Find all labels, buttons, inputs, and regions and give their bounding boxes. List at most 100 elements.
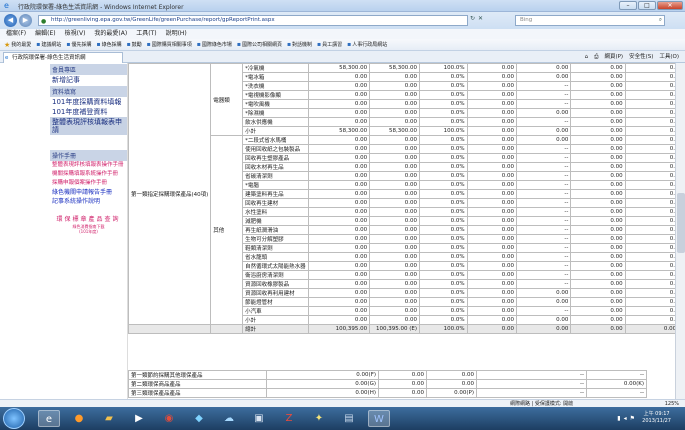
safety-menu[interactable]: 安全性(S)	[629, 52, 653, 62]
sidebar-item-data-fill[interactable]: 資料填寫	[50, 86, 127, 97]
row-cell: 0.00	[307, 306, 371, 316]
favorite-link[interactable]: ▪ 人事行政局網站	[347, 39, 387, 50]
sidebar-item-add-note[interactable]: 新增記事	[50, 75, 127, 85]
idea-taskbar-icon[interactable]: ✦	[308, 410, 330, 427]
row-cell: --	[516, 270, 572, 280]
address-input[interactable]: ● http://greenliving.epa.gov.tw/GreenLif…	[38, 15, 468, 26]
row-cell: 0.00	[516, 108, 572, 118]
row-cell: 0.00	[369, 315, 421, 325]
firefox-taskbar-icon[interactable]: ●	[68, 410, 90, 427]
network-icon[interactable]: ▮	[617, 415, 620, 422]
favorite-link[interactable]: ▪ 國際綠色市場	[197, 39, 232, 50]
favorite-link[interactable]: ▪ 國際購買相關事項	[147, 39, 192, 50]
row-cell: 58,300.00	[369, 63, 421, 73]
print-icon[interactable]: ⎙	[594, 52, 598, 62]
maximize-button[interactable]: □	[638, 1, 656, 10]
refresh-icon[interactable]: ↻	[470, 15, 475, 22]
search-icon[interactable]: ⌕	[659, 16, 662, 25]
row-cell: --	[516, 81, 572, 91]
menu-edit[interactable]: 編輯(E)	[35, 29, 55, 39]
taskbar-clock[interactable]: 上午 09:17 2013/11/27	[642, 411, 671, 425]
sidebar-item-evaluation-apply[interactable]: 整體表現評核填報表申請	[50, 117, 127, 135]
close-button[interactable]: ✕	[657, 1, 683, 10]
row-cell: --	[516, 90, 572, 100]
favorite-link[interactable]: ▪ 建議網站	[36, 39, 61, 50]
minimize-button[interactable]: –	[619, 1, 637, 10]
sidebar-item-report-101[interactable]: 101年度採購資料填報	[50, 97, 127, 107]
tab-active[interactable]: e 行政院環保署-綠色生活資訊網	[3, 52, 123, 63]
row-cell: --	[516, 180, 572, 190]
forward-button[interactable]: ▶	[19, 14, 32, 27]
flag-icon[interactable]: ⚑	[630, 415, 635, 422]
row-cell: 0.00	[516, 72, 572, 82]
sidebar-item-manual-system[interactable]: 機關採購填報系統操作手冊	[50, 170, 127, 179]
word-taskbar-icon[interactable]: W	[368, 410, 390, 427]
favorite-link[interactable]: ▪ 員工講習	[317, 39, 342, 50]
menu-tools[interactable]: 工具(T)	[136, 29, 156, 39]
tab-label: 行政院環保署-綠色生活資訊網	[12, 55, 86, 61]
sidebar-item-manual-agency[interactable]: 綠色機關申請報告手冊	[50, 188, 127, 197]
volume-icon[interactable]: ◂	[624, 415, 627, 422]
row-cell: 0.00	[369, 180, 421, 190]
row-cell: 0.00	[570, 81, 626, 91]
row-cell: --	[516, 99, 572, 109]
favorite-link[interactable]: ▪ 對話機制	[287, 39, 312, 50]
app2-taskbar-icon[interactable]: ▤	[338, 410, 360, 427]
vertical-scrollbar[interactable]	[675, 63, 685, 399]
favorite-link[interactable]: ▪ 優先採購	[66, 39, 91, 50]
row-cell: 0.00	[369, 72, 421, 82]
favorite-link[interactable]: ▪ 綠色採購	[96, 39, 121, 50]
back-button[interactable]: ◀	[4, 14, 17, 27]
menu-file[interactable]: 檔案(F)	[6, 29, 26, 39]
menu-view[interactable]: 檢視(V)	[65, 29, 86, 39]
row-cell: 0.00	[307, 216, 371, 226]
page-icon: ▪	[66, 40, 71, 48]
folder-taskbar-icon[interactable]: ▰	[98, 410, 120, 427]
menu-favorites[interactable]: 我的最愛(A)	[94, 29, 127, 39]
row-item-label: 回收再生塑膠產品	[242, 153, 309, 163]
row-item-label: 水性塗料	[242, 207, 309, 217]
scrollbar-thumb[interactable]	[677, 193, 685, 253]
search-input[interactable]: Bing ⌕	[515, 15, 665, 26]
home-icon[interactable]: ⌂	[585, 52, 589, 62]
row-cell: 0.00	[466, 135, 518, 145]
row-cell: 0.00	[307, 234, 371, 244]
sidebar-item-manual-evaluation[interactable]: 整體表現評核填報表操作手冊	[50, 161, 127, 170]
row-cell: 0.00	[570, 234, 626, 244]
ecolabel-search-link[interactable]: 環保標章產品查詢	[50, 216, 127, 224]
row-cell: --	[516, 117, 572, 127]
row-cell: --	[516, 306, 572, 316]
menu-help[interactable]: 說明(H)	[166, 29, 187, 39]
row-cell: 0.00	[570, 306, 626, 316]
row-cell: 0.0%	[419, 72, 468, 82]
sidebar-item-manual-notes[interactable]: 記事系統操作說明	[50, 197, 127, 206]
stop-icon[interactable]: ✕	[478, 15, 483, 22]
favorites-button[interactable]: ★ 我的最愛	[4, 39, 31, 50]
app-taskbar-icon[interactable]: ◆	[188, 410, 210, 427]
window-taskbar-icon[interactable]: ▣	[248, 410, 270, 427]
filezilla-taskbar-icon[interactable]: Z	[278, 410, 300, 427]
ie-taskbar-icon[interactable]: e	[38, 410, 60, 427]
favorite-link[interactable]: ▪ 國際公司相關網頁	[237, 39, 282, 50]
row-cell: 0.00	[369, 261, 421, 271]
cloud-taskbar-icon[interactable]: ☁	[218, 410, 240, 427]
page-menu[interactable]: 網頁(P)	[604, 52, 623, 62]
row-cell: 0.00	[466, 90, 518, 100]
row-item-label: 省碳清潔劑	[242, 171, 309, 181]
row-cell: 0.00	[307, 207, 371, 217]
start-button[interactable]	[3, 408, 25, 429]
media-taskbar-icon[interactable]: ▶	[128, 410, 150, 427]
window-titlebar[interactable]: e 行政院環保署-綠色生活資訊網 - Windows Internet Expl…	[0, 0, 685, 12]
tools-menu[interactable]: 工具(O)	[659, 52, 679, 62]
chrome-taskbar-icon[interactable]: ◉	[158, 410, 180, 427]
summary-cell: 0.00	[426, 379, 477, 389]
row-cell: 0.00	[466, 72, 518, 82]
sidebar-item-supplement-101[interactable]: 101年度補登資料	[50, 107, 127, 117]
sidebar-item-manual-case[interactable]: 採購申報個案操作手冊	[50, 179, 127, 188]
row-cell: 0.00	[466, 315, 518, 325]
row-cell: 0.00	[570, 225, 626, 235]
row-cell: 0.00	[307, 99, 371, 109]
group1-label: 第一類指定採購環保產品(40項)	[127, 63, 212, 325]
row-cell: 0.00	[466, 189, 518, 199]
favorite-link[interactable]: ▪ 鼓勵	[127, 39, 142, 50]
